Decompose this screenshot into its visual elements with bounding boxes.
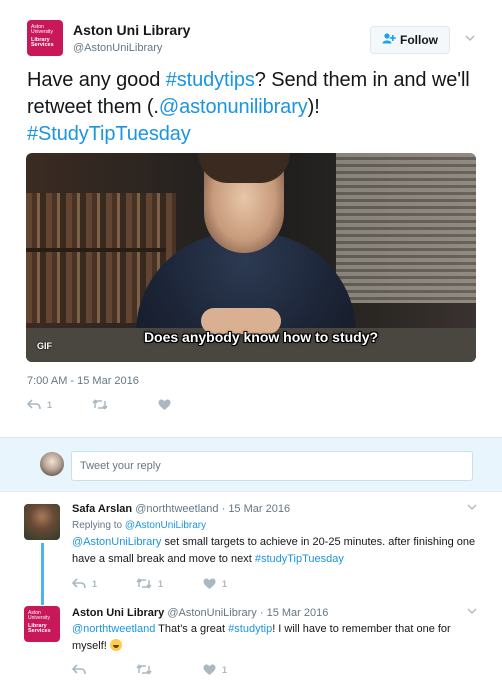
thread-connector <box>41 543 44 605</box>
separator-dot: · <box>221 503 226 515</box>
tweet-timestamp[interactable]: 7:00 AM - 15 Mar 2016 <box>27 375 139 387</box>
reply-header: Aston Uni Library @AstonUniLibrary · 15 … <box>72 607 328 619</box>
retweet-action[interactable]: 1 <box>136 578 163 589</box>
reply-date[interactable]: 15 Mar 2016 <box>267 607 329 619</box>
like-action[interactable] <box>158 399 177 411</box>
like-action[interactable]: 1 <box>203 664 227 676</box>
divider <box>0 491 502 492</box>
chevron-down-icon[interactable] <box>467 502 477 512</box>
reply-count: 1 <box>92 578 98 589</box>
hashtag-link[interactable]: #studyTipTuesday <box>255 553 344 565</box>
reply-author-name[interactable]: Aston Uni Library <box>72 607 164 619</box>
retweet-icon <box>136 664 152 675</box>
shelf-board <box>26 248 166 252</box>
reply-author-handle[interactable]: @northtweetland <box>135 503 218 515</box>
retweet-count: 1 <box>158 578 164 589</box>
retweet-action[interactable] <box>92 399 114 410</box>
tweet-text: Have any good #studytips? Send them in a… <box>27 67 487 148</box>
reply-action[interactable]: 1 <box>27 399 52 410</box>
current-user-avatar <box>40 452 64 476</box>
reply-text: @AstonUniLibrary set small targets to ac… <box>72 534 482 568</box>
author-handle[interactable]: @AstonUniLibrary <box>73 42 162 54</box>
heart-icon <box>203 664 216 675</box>
tweet-text-part: Have any good <box>27 69 166 91</box>
gif-media[interactable]: Does anybody know how to study? GIF <box>26 153 476 362</box>
author-avatar[interactable]: Aston University Library Services <box>27 20 63 56</box>
retweet-icon <box>92 399 108 410</box>
reply-author-name[interactable]: Safa Arslan <box>72 503 132 515</box>
reply-count: 1 <box>47 399 53 410</box>
retweet-action[interactable] <box>136 664 158 675</box>
reply-action[interactable] <box>72 664 92 675</box>
author-name[interactable]: Aston Uni Library <box>73 22 190 38</box>
replying-to-link[interactable]: @AstonUniLibrary <box>125 520 206 531</box>
reply-author-avatar[interactable] <box>24 504 60 540</box>
retweet-icon <box>136 578 152 589</box>
reply-action[interactable]: 1 <box>72 578 97 589</box>
like-action[interactable]: 1 <box>203 578 227 590</box>
reply-header: Safa Arslan @northtweetland · 15 Mar 201… <box>72 503 290 515</box>
reply-text: @northtweetland That's a great #studytip… <box>72 621 482 655</box>
hashtag-link[interactable]: #StudyTipTuesday <box>27 123 191 145</box>
like-count: 1 <box>222 579 228 589</box>
add-user-icon <box>382 33 396 47</box>
window-blinds <box>336 153 476 303</box>
replying-to: Replying to @AstonUniLibrary <box>72 520 206 531</box>
hashtag-link[interactable]: #studytip <box>228 623 272 635</box>
follow-button[interactable]: Follow <box>370 26 450 54</box>
gif-badge: GIF <box>37 341 52 351</box>
replying-prefix: Replying to <box>72 520 125 531</box>
reply-author-avatar[interactable]: Aston University Library Services <box>24 606 60 642</box>
mention-link[interactable]: @astonunilibrary <box>159 96 308 118</box>
reply-icon <box>72 578 86 589</box>
like-count: 1 <box>222 665 228 675</box>
reply-date[interactable]: 15 Mar 2016 <box>228 503 290 515</box>
smiley-emoji-icon <box>109 639 122 651</box>
chevron-down-icon[interactable] <box>465 33 475 43</box>
reply-icon <box>72 664 86 675</box>
mention-link[interactable]: @northtweetland <box>72 623 155 635</box>
heart-icon <box>203 578 216 589</box>
mention-link[interactable]: @AstonUniLibrary <box>72 536 161 548</box>
reply-text-part: That's a great <box>155 623 229 635</box>
reply-input[interactable]: Tweet your reply <box>71 451 473 481</box>
heart-icon <box>158 399 171 410</box>
follow-label: Follow <box>400 33 438 47</box>
reply-icon <box>27 399 41 410</box>
separator-dot: · <box>259 607 264 619</box>
hashtag-link[interactable]: #studytips <box>166 69 255 91</box>
gif-caption: Does anybody know how to study? <box>143 329 379 345</box>
chevron-down-icon[interactable] <box>467 606 477 616</box>
tweet-text-part: )! <box>307 96 320 118</box>
reply-author-handle[interactable]: @AstonUniLibrary <box>167 607 256 619</box>
